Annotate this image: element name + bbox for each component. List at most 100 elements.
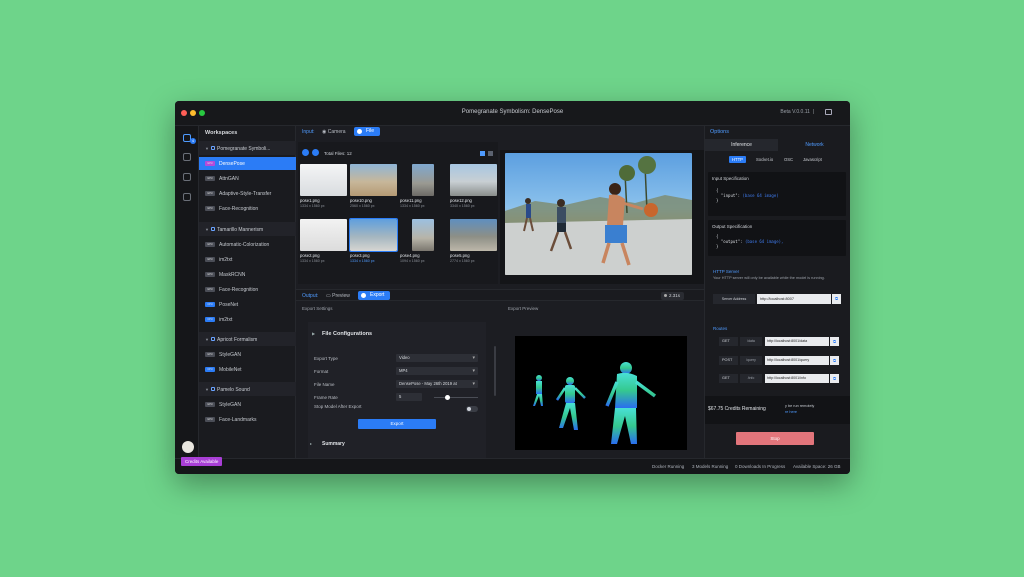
format-label: Format (314, 369, 329, 374)
export-tab[interactable]: Export (358, 291, 391, 300)
frame-rate-input[interactable]: 5 (396, 393, 422, 401)
file-thumbnail[interactable]: pose11.png 1334 x 1560 px (400, 164, 447, 213)
status-bar: Docker Running 3 Models Running 0 Downlo… (175, 458, 850, 474)
workspace-group[interactable]: ▼ Pamelo Sound (199, 382, 296, 396)
file-thumbnail[interactable]: pose4.png 1094 x 1560 px (400, 219, 447, 268)
chevron-right-icon[interactable]: ▸ (310, 441, 312, 446)
sidebar-item[interactable]: GPU MaskRCNN (199, 268, 296, 281)
sidebar-item[interactable]: GPU DensePose (199, 157, 296, 170)
back-arrow-icon[interactable] (302, 149, 309, 156)
output-spec-panel: Output Specification { "output": (base 6… (708, 220, 846, 256)
export-settings-title: Export Settings (302, 306, 333, 311)
files-icon[interactable] (183, 193, 191, 201)
input-label: Input: (302, 129, 315, 135)
copy-icon[interactable]: ⧉ (830, 337, 839, 346)
file-tab[interactable]: File (354, 127, 381, 136)
input-spec-title: Input Specification (712, 176, 749, 181)
file-name-input[interactable]: DensePose - May 26th 2019 at (396, 380, 478, 388)
chevron-down-icon: ▼ (205, 146, 209, 151)
stop-model-toggle[interactable] (466, 406, 478, 412)
grid-view-icon[interactable] (480, 151, 485, 156)
avatar[interactable] (182, 441, 194, 453)
sidebar-item[interactable]: GPU Face-Recognition (199, 202, 296, 215)
file-thumbnail[interactable]: pose1.png 1334 x 1560 px (300, 164, 347, 213)
server-address-field[interactable]: http://localhost:8007 (757, 294, 831, 304)
sidebar-item[interactable]: GPU Face-Landmarks (199, 413, 296, 426)
learn-more-link[interactable]: re here (785, 410, 797, 414)
chevron-down-icon: ▼ (205, 227, 209, 232)
workspace-group[interactable]: ▼ Pomegranate Symboli... (199, 141, 296, 155)
export-preview (515, 336, 687, 450)
sidebar-item[interactable]: GPU Face-Recognition (199, 283, 296, 296)
protocol-socketio[interactable]: Socket.io (753, 156, 776, 163)
file-thumbnail[interactable]: pose2.png 1334 x 1560 px (300, 219, 347, 268)
options-panel: Options Inference Network HTTP Socket.io… (704, 126, 850, 458)
chevron-right-icon[interactable]: ▶ (312, 331, 315, 336)
routes-title: Routes (713, 326, 728, 331)
camera-tab[interactable]: ◉ Camera (322, 129, 346, 135)
sidebar-item[interactable]: GPU Adaptive-Style-Transfer (199, 187, 296, 200)
frame-rate-slider[interactable] (434, 395, 478, 400)
sidebar-item[interactable]: GPU im2txt (199, 253, 296, 266)
copy-icon[interactable]: ⧉ (830, 374, 839, 383)
stop-button[interactable]: Stop (736, 432, 814, 445)
copy-icon[interactable]: ⧉ (830, 356, 839, 365)
route-url[interactable]: http://localhost:8001/info (765, 374, 829, 383)
sidebar-item[interactable]: GPU StyleGAN (199, 348, 296, 361)
export-type-label: Export Type (314, 356, 338, 361)
total-files: Total Files: 12 (324, 151, 352, 156)
output-spec-code: { "output": (base 64 image), } (716, 234, 784, 249)
route-url[interactable]: http://localhost:8001/data (765, 337, 829, 346)
protocol-osc[interactable]: OSC (781, 156, 796, 163)
file-thumbnail[interactable]: pose12.png 3340 x 1560 px (450, 164, 497, 213)
file-configurations: ▶ File Configurations Export Type Video … (308, 322, 486, 458)
sidebar-item[interactable]: GPU AttnGAN (199, 172, 296, 185)
window-title: Pomegranate Symbolism: DensePose (461, 109, 564, 115)
slider-knob[interactable] (445, 395, 451, 400)
protocol-javascript[interactable]: Javascript (800, 156, 825, 163)
options-title: Options (710, 129, 729, 135)
tab-inference[interactable]: Inference (705, 139, 778, 151)
protocol-http[interactable]: HTTP (729, 156, 746, 163)
export-type-select[interactable]: Video (396, 354, 478, 362)
file-thumbnail[interactable]: pose5.png 2774 x 1560 px (450, 219, 497, 268)
frame-rate-label: Frame Rate (314, 395, 338, 400)
icon-rail: 4 (175, 126, 199, 459)
status-space: Available Space: 26 GB (793, 464, 841, 469)
input-photo (505, 153, 692, 275)
app-window: Pomegranate Symbolism: DensePose Beta V.… (175, 101, 850, 474)
workspace-group[interactable]: ▼ Tamarillo Mannerism (199, 222, 296, 236)
thumbnail-image (300, 164, 347, 196)
credits-panel: $67.75 Credits Remaining y be run remote… (705, 396, 850, 424)
output-spec-title: Output Specification (712, 224, 753, 229)
thumbnail-image (350, 164, 397, 196)
credits-remaining: $67.75 Credits Remaining (708, 406, 766, 412)
sidebar-item[interactable]: CPU MobileNet (199, 363, 296, 376)
workspace-group[interactable]: ▼ Apricot Formalism (199, 332, 296, 346)
preview-tab[interactable]: ▭ Preview (326, 293, 350, 299)
sidebar-item[interactable]: CPU im2txt (199, 313, 296, 326)
route-url[interactable]: http://localhost:8001/query (765, 356, 829, 365)
list-view-icon[interactable] (488, 151, 493, 156)
workspace-icon (211, 227, 215, 231)
tab-network[interactable]: Network (778, 139, 850, 151)
file-thumbnail[interactable]: pose10.png 2560 x 1560 px (350, 164, 397, 213)
copy-icon[interactable]: ⧉ (832, 294, 841, 304)
link-icon[interactable] (183, 173, 191, 181)
route-row: GET/info http://localhost:8001/info ⧉ (719, 374, 843, 383)
summary-section[interactable]: Summary (322, 441, 345, 447)
sidebar-item[interactable]: CPU PoseNet (199, 298, 296, 311)
models-icon[interactable] (183, 153, 191, 161)
sidebar-item[interactable]: GPU StyleGAN (199, 398, 296, 411)
file-name-label: File Name (314, 382, 335, 387)
basketball-scene (505, 156, 692, 275)
sidebar-item[interactable]: GPU Automatic-Colorization (199, 238, 296, 251)
export-settings: ▶ File Configurations Export Type Video … (296, 316, 496, 458)
credits-available-badge[interactable]: Credits Available (181, 457, 223, 466)
settings-scrollbar[interactable] (494, 346, 496, 396)
export-button[interactable]: Export (358, 419, 436, 429)
forward-arrow-icon[interactable] (312, 149, 319, 156)
format-select[interactable]: MP4 (396, 367, 478, 375)
chat-icon[interactable] (825, 109, 832, 115)
file-thumbnail[interactable]: pose3.png 1334 x 1560 px (349, 218, 398, 268)
